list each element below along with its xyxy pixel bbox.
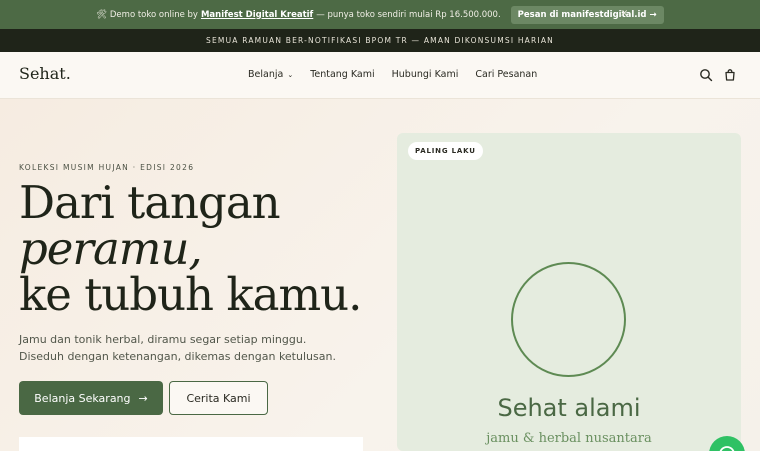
our-story-label: Cerita Kami bbox=[186, 391, 251, 405]
shop-now-label: Belanja Sekarang bbox=[34, 391, 131, 405]
promo-order-button[interactable]: Pesan di manifestdigital.id → bbox=[510, 5, 664, 24]
hero-description: Jamu dan tonik herbal, diramu segar seti… bbox=[19, 331, 336, 365]
main-nav: Belanja ⌄ Tentang Kami Hubungi Kami Cari… bbox=[248, 69, 537, 80]
hero-eyebrow: KOLEKSI MUSIM HUJAN · EDISI 2026 bbox=[19, 163, 195, 172]
headline-line-2: peramu, bbox=[19, 222, 203, 275]
nav-item-tentang-kami[interactable]: Tentang Kami bbox=[310, 69, 374, 80]
product-subtitle: jamu & herbal nusantara bbox=[486, 431, 652, 446]
cart-icon[interactable] bbox=[723, 68, 737, 82]
nav-item-label: Belanja bbox=[248, 69, 284, 80]
our-story-button[interactable]: Cerita Kami bbox=[169, 381, 268, 415]
arrow-right-icon: → bbox=[138, 391, 148, 405]
product-circle-illustration bbox=[511, 262, 626, 377]
notice-bar: SEMUA RAMUAN BER-NOTIFIKASI BPOM TR — AM… bbox=[0, 29, 760, 52]
nav-item-label: Tentang Kami bbox=[310, 69, 375, 80]
notice-text: SEMUA RAMUAN BER-NOTIFIKASI BPOM TR — AM… bbox=[206, 36, 554, 45]
product-title: Sehat alami bbox=[497, 394, 641, 422]
close-icon[interactable]: × bbox=[620, 8, 628, 19]
nav-item-cari-pesanan[interactable]: Cari Pesanan bbox=[475, 69, 537, 80]
nav-item-belanja[interactable]: Belanja ⌄ bbox=[248, 69, 293, 80]
logo[interactable]: Sehat. bbox=[19, 64, 71, 83]
search-icon[interactable] bbox=[699, 68, 713, 82]
nav-item-label: Hubungi Kami bbox=[391, 69, 459, 80]
shop-now-button[interactable]: Belanja Sekarang → bbox=[19, 381, 163, 415]
chevron-down-icon: ⌄ bbox=[287, 70, 294, 79]
promo-text: 🛠 Demo toko online by Manifest Digital K… bbox=[96, 5, 664, 24]
headline-line-1: Dari tangan bbox=[19, 176, 281, 229]
site-header: Sehat. Belanja ⌄ Tentang Kami Hubungi Ka… bbox=[0, 52, 760, 99]
feature-card bbox=[19, 437, 363, 451]
promo-bar: 🛠 Demo toko online by Manifest Digital K… bbox=[0, 0, 760, 29]
headline-line-3: ke tubuh kamu. bbox=[19, 268, 362, 321]
hero-description-line-2: Diseduh dengan ketenangan, dikemas denga… bbox=[19, 350, 336, 363]
bestseller-badge: PALING LAKU bbox=[408, 142, 483, 160]
hero-description-line-1: Jamu dan tonik herbal, diramu segar seti… bbox=[19, 333, 307, 346]
promo-brand-link[interactable]: Manifest Digital Kreatif bbox=[201, 10, 313, 20]
promo-suffix: — punya toko sendiri mulai Rp 16.500.000… bbox=[316, 9, 501, 20]
hero-headline: Dari tangan peramu, ke tubuh kamu. bbox=[19, 176, 362, 321]
whatsapp-icon bbox=[719, 446, 735, 451]
promo-prefix: 🛠 Demo toko online by bbox=[96, 9, 198, 20]
nav-item-hubungi-kami[interactable]: Hubungi Kami bbox=[392, 69, 459, 80]
nav-item-label: Cari Pesanan bbox=[475, 69, 538, 80]
